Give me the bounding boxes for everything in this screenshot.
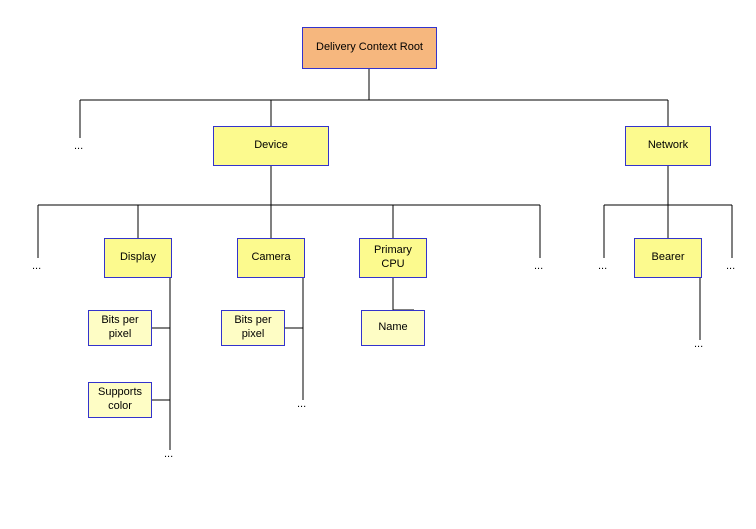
ellipsis-network-left: ... — [598, 260, 607, 272]
node-display: Display — [104, 238, 172, 278]
node-root: Delivery Context Root — [302, 27, 437, 69]
ellipsis-camera-more: ... — [297, 398, 306, 410]
ellipsis-bearer-more: ... — [694, 338, 703, 350]
node-device: Device — [213, 126, 329, 166]
ellipsis-display-more: ... — [164, 448, 173, 460]
node-bearer: Bearer — [634, 238, 702, 278]
node-primary-cpu: Primary CPU — [359, 238, 427, 278]
node-camera-bits-per-pixel: Bits per pixel — [221, 310, 285, 346]
ellipsis-device-right: ... — [534, 260, 543, 272]
node-network: Network — [625, 126, 711, 166]
node-display-supports-color: Supports color — [88, 382, 152, 418]
ellipsis-network-right: ... — [726, 260, 735, 272]
node-cpu-name: Name — [361, 310, 425, 346]
node-display-bits-per-pixel: Bits per pixel — [88, 310, 152, 346]
ellipsis-tier1-left: ... — [74, 140, 83, 152]
node-camera: Camera — [237, 238, 305, 278]
ellipsis-device-left: ... — [32, 260, 41, 272]
